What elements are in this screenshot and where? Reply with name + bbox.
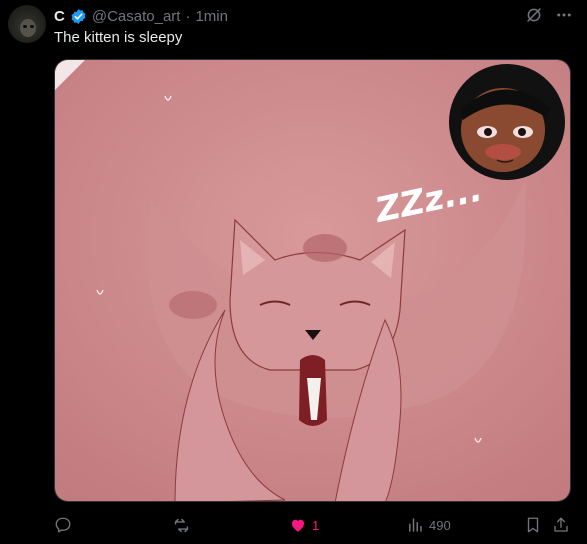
like-count: 1 (312, 517, 320, 533)
avatar-eye (23, 25, 27, 28)
views-button[interactable]: 490 (406, 512, 451, 538)
avatar-face (20, 19, 36, 37)
like-button[interactable]: 1 (289, 512, 319, 538)
bookmark-button[interactable] (524, 512, 542, 538)
avatar[interactable] (8, 5, 46, 43)
share-button[interactable] (552, 512, 570, 538)
heart-icon (292, 519, 304, 532)
repost-button[interactable] (172, 512, 191, 538)
post-top-actions (525, 6, 573, 24)
more-icon[interactable] (555, 6, 573, 24)
reply-button[interactable] (54, 512, 72, 538)
display-name[interactable]: C (54, 8, 65, 25)
share-icon (554, 517, 568, 532)
action-bar: 1 490 (54, 512, 574, 538)
bookmark-icon (527, 517, 539, 533)
post-text: The kitten is sleepy (54, 29, 183, 46)
views-icon (409, 518, 422, 532)
handle[interactable]: @Casato_art (92, 8, 181, 25)
post-time[interactable]: 1min (195, 8, 228, 25)
post-header: C @Casato_art · 1min (54, 7, 228, 25)
avatar-eye (30, 25, 34, 28)
view-count: 490 (429, 517, 451, 533)
reply-icon (55, 517, 71, 533)
meta-separator: · (185, 7, 191, 25)
post-image[interactable]: ZZz... (54, 59, 571, 502)
verified-badge-icon (71, 8, 86, 24)
repost-icon (174, 518, 189, 532)
grok-icon[interactable] (525, 6, 543, 24)
kitten-illustration: ZZz... (55, 60, 570, 501)
